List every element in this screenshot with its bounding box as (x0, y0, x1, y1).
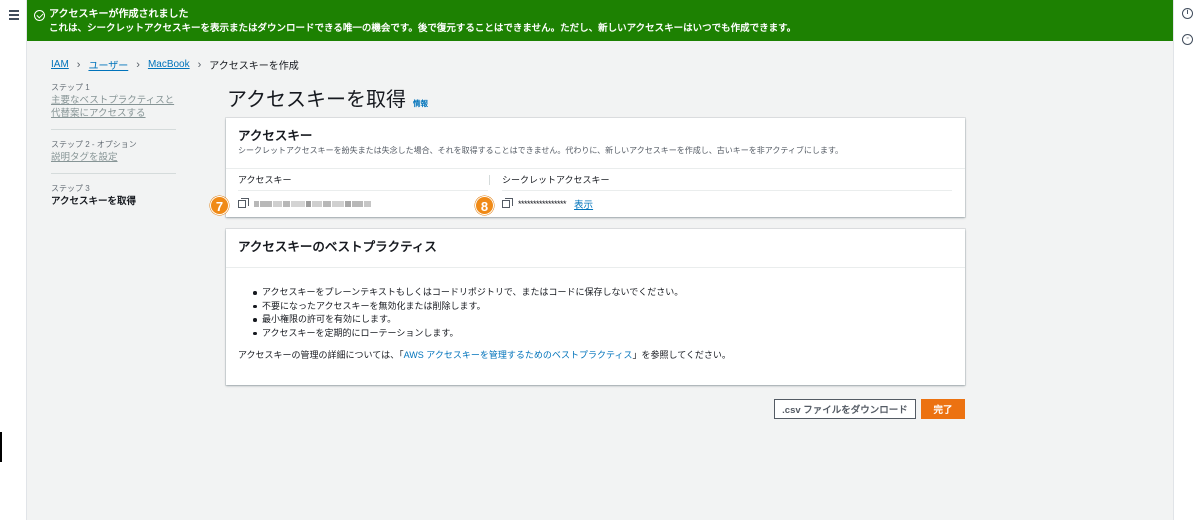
secret-key-masked: **************** (518, 199, 567, 209)
footer-suffix: 」を参照してください。 (632, 350, 731, 360)
column-divider (489, 175, 490, 185)
access-key-column-header: アクセスキー (238, 169, 488, 191)
best-practices-footer: アクセスキーの管理の詳細については、「AWS アクセスキーを管理するためのベスト… (238, 349, 953, 363)
done-button[interactable]: 完了 (921, 399, 965, 419)
step-link-best-practices[interactable]: 主要なベストプラクティスと代替案にアクセスする (51, 94, 176, 120)
access-key-card: アクセスキー シークレットアクセスキーを紛失または失念した場合、それを取得するこ… (226, 118, 965, 217)
breadcrumb-users[interactable]: ユーザー (88, 57, 128, 72)
breadcrumb-iam[interactable]: IAM (51, 59, 69, 70)
secret-key-cell: **************** 表示 (502, 191, 593, 217)
success-flash-banner: アクセスキーが作成されました これは、シークレットアクセスキーを表示またはダウン… (27, 0, 1173, 41)
step-number: ステップ 3 (51, 184, 90, 193)
access-key-cell (238, 191, 371, 217)
info-link[interactable]: 情報 (413, 98, 428, 109)
info-icon[interactable]: i (1182, 8, 1193, 19)
page-title-text: アクセスキーを取得 (227, 89, 406, 111)
flash-title: アクセスキーが作成されました (49, 9, 189, 20)
step-link-tags[interactable]: 説明タグを設定 (51, 151, 176, 164)
key-columns: アクセスキー シークレットアクセスキー **************** 表示 (226, 169, 965, 217)
breadcrumb-macbook[interactable]: MacBook (148, 59, 190, 70)
step-2: ステップ 2 - オプション 説明タグを設定 (51, 139, 176, 174)
menu-icon[interactable] (9, 10, 19, 22)
flash-message: これは、シークレットアクセスキーを表示またはダウンロードできる唯一の機会です。後… (49, 23, 797, 34)
best-practices-body: アクセスキーをプレーンテキストもしくはコードリポジトリで、またはコードに保存しな… (226, 268, 965, 363)
annotation-badge-7: 7 (210, 196, 229, 215)
access-key-value-redacted (254, 201, 371, 207)
left-nav-rail (0, 0, 27, 520)
best-practices-doc-link[interactable]: AWS アクセスキーを管理するためのベストプラクティス (404, 350, 633, 360)
access-key-card-title: アクセスキー (238, 129, 313, 143)
step-3: ステップ 3 アクセスキーを取得 (51, 183, 176, 217)
list-item: 不要になったアクセスキーを無効化または削除します。 (253, 300, 953, 314)
settings-icon[interactable]: ◦ (1182, 34, 1193, 45)
wizard-steps: ステップ 1 主要なベストプラクティスと代替案にアクセスする ステップ 2 - … (51, 82, 176, 226)
breadcrumb-current: アクセスキーを作成 (209, 61, 299, 72)
chevron-right-icon: › (76, 58, 81, 71)
rail-marker (0, 432, 2, 462)
chevron-right-icon: › (136, 58, 140, 71)
copy-icon[interactable] (502, 198, 513, 208)
annotation-badge-8: 8 (475, 196, 494, 215)
breadcrumb: IAM › ユーザー › MacBook › アクセスキーを作成 (51, 57, 299, 73)
list-item: 最小権限の許可を有効にします。 (253, 313, 953, 327)
access-key-card-description: シークレットアクセスキーを紛失または失念した場合、それを取得することはできません… (238, 146, 844, 155)
right-tools-rail: i ◦ (1173, 0, 1200, 520)
chevron-right-icon: › (197, 58, 202, 71)
main-content: アクセスキーが作成されました これは、シークレットアクセスキーを表示またはダウン… (27, 0, 1173, 520)
copy-icon[interactable] (238, 198, 249, 208)
page-title: アクセスキーを取得 情報 (227, 83, 428, 112)
best-practices-list: アクセスキーをプレーンテキストもしくはコードリポジトリで、またはコードに保存しな… (238, 286, 953, 340)
footer-prefix: アクセスキーの管理の詳細については、「 (238, 350, 404, 360)
step-current-label: アクセスキーを取得 (51, 196, 137, 207)
list-item: アクセスキーを定期的にローテーションします。 (253, 327, 953, 341)
best-practices-card: アクセスキーのベストプラクティス アクセスキーをプレーンテキストもしくはコードリ… (226, 229, 965, 385)
check-circle-icon (34, 10, 45, 21)
access-key-card-header: アクセスキー シークレットアクセスキーを紛失または失念した場合、それを取得するこ… (226, 118, 965, 169)
step-1: ステップ 1 主要なベストプラクティスと代替案にアクセスする (51, 82, 176, 130)
best-practices-card-header: アクセスキーのベストプラクティス (226, 229, 965, 268)
step-number: ステップ 2 - オプション (51, 140, 137, 149)
secret-key-column-header: シークレットアクセスキー (502, 169, 952, 191)
step-number: ステップ 1 (51, 83, 90, 92)
show-secret-link[interactable]: 表示 (574, 197, 593, 211)
list-item: アクセスキーをプレーンテキストもしくはコードリポジトリで、またはコードに保存しな… (253, 286, 953, 300)
best-practices-title: アクセスキーのベストプラクティス (238, 240, 437, 254)
download-csv-button[interactable]: .csv ファイルをダウンロード (774, 399, 916, 419)
